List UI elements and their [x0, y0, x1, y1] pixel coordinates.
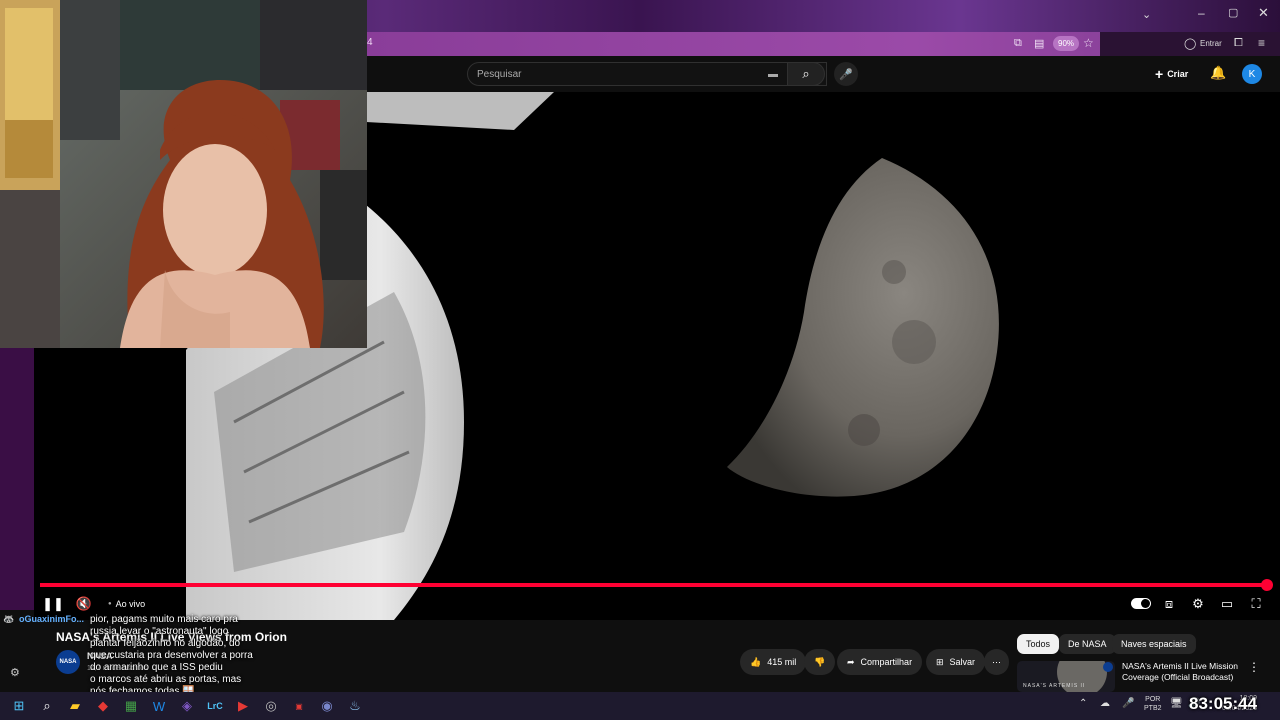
stream-overlay-strip — [0, 348, 34, 610]
menu-icon[interactable]: ≡ — [1258, 36, 1265, 50]
search-input[interactable]: Pesquisar ▬ — [467, 62, 827, 86]
tray-app-icon[interactable]: ☁ — [1100, 698, 1110, 709]
tab-list-chevron-icon[interactable]: ⌄ — [1142, 8, 1151, 21]
progress-scrubber[interactable] — [1261, 579, 1273, 591]
save-icon: ⊞ — [936, 656, 944, 667]
share-button[interactable]: ➦ Compartilhar — [837, 649, 923, 675]
app-icon[interactable]: ◆ — [92, 695, 114, 717]
recommended-thumbnail[interactable]: NASA'S ARTEMIS II — [1017, 661, 1115, 692]
lrc-app-icon[interactable]: LrC — [204, 695, 226, 717]
captions-button[interactable]: ⧈ — [1160, 592, 1178, 616]
fullscreen-icon: ⛶ — [1251, 596, 1261, 611]
chat-user-badge-icon: 🦝 — [3, 614, 15, 624]
youtube-header: Pesquisar ▬ ⌕ 🎤 + Criar 🔔 K — [367, 56, 1280, 92]
taskbar-search-icon[interactable]: ⌕ — [36, 695, 58, 717]
more-actions-button[interactable]: ⋯ — [984, 649, 1009, 675]
browser-toolbar-right: ◯ Entrar ⧠ ≡ — [1100, 32, 1280, 56]
windows-taskbar: ⊞ ⌕ ▰ ◆ ▦ W ◈ LrC ▶ ◎ ▣ ◉ ♨ ⌃ ☁ 🎤 POR PT… — [0, 692, 1280, 720]
chat-line: que custaria pra desenvolver a porra — [90, 650, 253, 661]
keyboard-layout: PTB2 — [1144, 705, 1162, 712]
webcam-overlay — [0, 0, 367, 348]
subtitles-icon: ⧈ — [1164, 596, 1174, 611]
recommended-title[interactable]: NASA's Artemis II Live Mission Coverage … — [1122, 661, 1252, 683]
extensions-icon[interactable]: ⧠ — [1234, 37, 1243, 50]
thumbs-up-icon: 👍 — [750, 656, 762, 667]
filter-chip-spacecraft[interactable]: Naves espaciais — [1112, 634, 1196, 654]
streamer-webcam-image — [0, 0, 367, 348]
account-icon[interactable]: ◯ — [1184, 37, 1196, 50]
save-button[interactable]: ⊞ Salvar — [926, 649, 986, 675]
network-icon[interactable]: 🖥 — [1170, 698, 1183, 709]
chat-line: plantar feijãozinho no algodão, do — [90, 638, 241, 649]
search-icon: ⌕ — [802, 66, 810, 81]
close-window-icon[interactable]: ✕ — [1258, 5, 1269, 21]
word-icon[interactable]: W — [148, 695, 170, 717]
recommended-channel-icon — [1103, 662, 1113, 672]
app-icon[interactable]: ◈ — [176, 695, 198, 717]
fullscreen-button[interactable]: ⛶ — [1246, 592, 1266, 616]
recommended-more-icon[interactable]: ⋮ — [1248, 660, 1260, 674]
notifications-bell-icon[interactable]: 🔔 — [1210, 65, 1226, 81]
language-code: POR — [1145, 696, 1161, 703]
search-placeholder: Pesquisar — [477, 69, 522, 80]
like-button[interactable]: 👍 415 mil — [740, 649, 807, 675]
gear-icon: ⚙ — [1192, 596, 1204, 611]
theater-mode-button[interactable]: ▭ — [1217, 592, 1237, 616]
autoplay-toggle[interactable] — [1131, 598, 1151, 609]
thumbs-down-icon: 👎 — [814, 656, 826, 667]
file-explorer-icon[interactable]: ▰ — [64, 695, 86, 717]
reader-view-icon[interactable]: ▤ — [1034, 37, 1044, 50]
tray-microphone-icon[interactable]: 🎤 — [1122, 698, 1134, 709]
thumbnail-text: NASA'S ARTEMIS II — [1023, 683, 1086, 689]
filter-chip-nasa[interactable]: De NASA — [1059, 634, 1116, 654]
obs-icon[interactable]: ◎ — [260, 695, 282, 717]
minimize-icon[interactable]: – — [1198, 6, 1205, 20]
create-button[interactable]: + Criar — [1155, 66, 1188, 82]
chat-line: o marcos até abriu as portas, mas — [90, 674, 242, 685]
excel-icon[interactable]: ▦ — [120, 695, 142, 717]
url-fragment: 4 — [367, 37, 373, 48]
chat-message: pior, pagams muito mais caro pra russia … — [90, 614, 270, 698]
live-label: Ao vivo — [115, 599, 146, 609]
microphone-icon: 🎤 — [839, 68, 853, 81]
input-language[interactable]: POR PTB2 — [1144, 695, 1162, 713]
zoom-badge[interactable]: 90% — [1053, 36, 1080, 51]
youtube-app-icon[interactable]: ▶ — [232, 695, 254, 717]
plus-icon: + — [1155, 66, 1164, 82]
maximize-icon[interactable]: ▢ — [1228, 6, 1238, 19]
settings-button[interactable]: ⚙ — [1188, 592, 1208, 616]
create-label: Criar — [1167, 69, 1189, 79]
windows-start-icon[interactable]: ⊞ — [8, 695, 30, 717]
search-button[interactable]: ⌕ — [787, 62, 825, 86]
theater-icon: ▭ — [1220, 596, 1234, 611]
chat-line: pior, pagams muito mais caro pra — [90, 614, 238, 625]
chat-line: russia levar o "astronauta" logo — [90, 626, 229, 637]
chat-username: oGuaxinimFo... — [19, 614, 85, 624]
progress-bar[interactable] — [40, 583, 1268, 587]
share-label: Compartilhar — [860, 657, 913, 667]
voice-search-button[interactable]: 🎤 — [834, 62, 858, 86]
chat-settings-gear-icon[interactable]: ⚙ — [10, 666, 20, 679]
like-count: 415 mil — [767, 657, 797, 667]
save-label: Salvar — [949, 657, 976, 667]
dislike-button[interactable]: 👎 — [804, 649, 836, 675]
stream-chat-overlay: 🦝 oGuaxinimFo... pior, pagams muito mais… — [0, 610, 270, 697]
steam-icon[interactable]: ♨ — [344, 695, 366, 717]
chat-line: do armarinho que a ISS pediu — [90, 662, 223, 673]
picture-in-picture-icon[interactable]: ⧉ — [1014, 37, 1022, 50]
stream-uptime-timer: 83:05:44 — [1189, 694, 1258, 713]
app-icon[interactable]: ▣ — [288, 695, 310, 717]
avatar[interactable]: K — [1242, 64, 1262, 84]
signin-button[interactable]: Entrar — [1200, 39, 1222, 48]
more-icon: ⋯ — [992, 656, 1001, 667]
autoplay-knob — [1141, 599, 1150, 608]
keyboard-icon[interactable]: ▬ — [768, 69, 778, 80]
filter-chip-all[interactable]: Todos — [1017, 634, 1060, 654]
solar-array-arm — [354, 92, 554, 130]
live-dot-icon: ● — [108, 601, 112, 607]
share-icon: ➦ — [847, 656, 855, 667]
bookmark-star-icon[interactable]: ☆ — [1083, 36, 1094, 50]
tray-chevron-icon[interactable]: ⌃ — [1079, 698, 1087, 709]
discord-icon[interactable]: ◉ — [316, 695, 338, 717]
